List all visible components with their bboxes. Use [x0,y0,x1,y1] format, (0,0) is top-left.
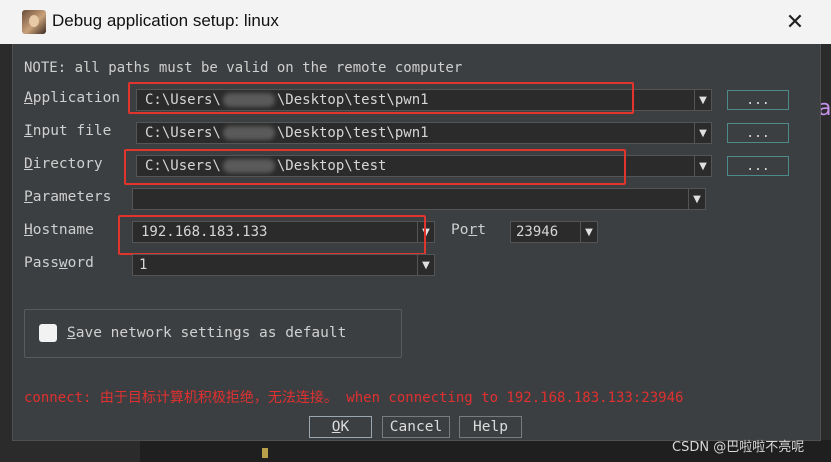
parameters-label: Parameters [24,189,112,205]
close-button[interactable]: ✕ [772,0,818,44]
parameters-dropdown-arrow[interactable]: ▼ [688,189,705,209]
password-label: Password [24,255,94,271]
hostname-label: Hostname [24,222,94,238]
window-title: Debug application setup: linux [52,11,279,30]
input-file-combo[interactable]: C:\Users\ \Desktop\test\pwn1 ▼ [136,122,712,144]
highlight-application [128,82,634,114]
highlight-directory [124,149,626,185]
application-browse-button[interactable]: ... [727,90,789,110]
input-file-browse-button[interactable]: ... [727,123,789,143]
ok-button[interactable]: OK [309,416,372,438]
port-dropdown-arrow[interactable]: ▼ [580,222,597,242]
directory-dropdown-arrow[interactable]: ▼ [694,156,711,176]
password-value: 1 [139,257,148,273]
csdn-watermark: CSDN @巴啦啦不亮呢 [672,440,805,455]
title-bar: Debug application setup: linux ✕ [0,0,831,44]
directory-browse-button[interactable]: ... [727,156,789,176]
paths-note: NOTE: all paths must be valid on the rem… [24,60,463,76]
password-combo[interactable]: 1 ▼ [132,254,435,276]
close-icon: ✕ [785,9,805,35]
input-file-value: C:\Users\ \Desktop\test\pwn1 [145,125,429,141]
save-settings-checkbox[interactable] [39,324,57,342]
background-marker [262,448,268,458]
highlight-hostname [118,215,426,255]
redacted-username [222,126,275,140]
save-settings-label[interactable]: Save network settings as default [67,325,346,341]
port-label: Port [451,222,486,238]
password-dropdown-arrow[interactable]: ▼ [417,255,434,275]
port-combo[interactable]: 23946 ▼ [510,221,598,243]
save-settings-group: Save network settings as default [24,309,402,358]
parameters-combo[interactable]: ▼ [132,188,706,210]
application-label: Application [24,90,121,106]
directory-label: Directory [24,156,103,172]
input-file-label: Input file [24,123,112,139]
input-file-dropdown-arrow[interactable]: ▼ [694,123,711,143]
cancel-button[interactable]: Cancel [382,416,450,438]
connection-error-message: connect: 由于目标计算机积极拒绝，无法连接。 when connecti… [24,390,684,406]
port-value: 23946 [516,224,559,240]
help-button[interactable]: Help [459,416,522,438]
ida-app-icon [22,10,46,34]
application-dropdown-arrow[interactable]: ▼ [694,90,711,110]
